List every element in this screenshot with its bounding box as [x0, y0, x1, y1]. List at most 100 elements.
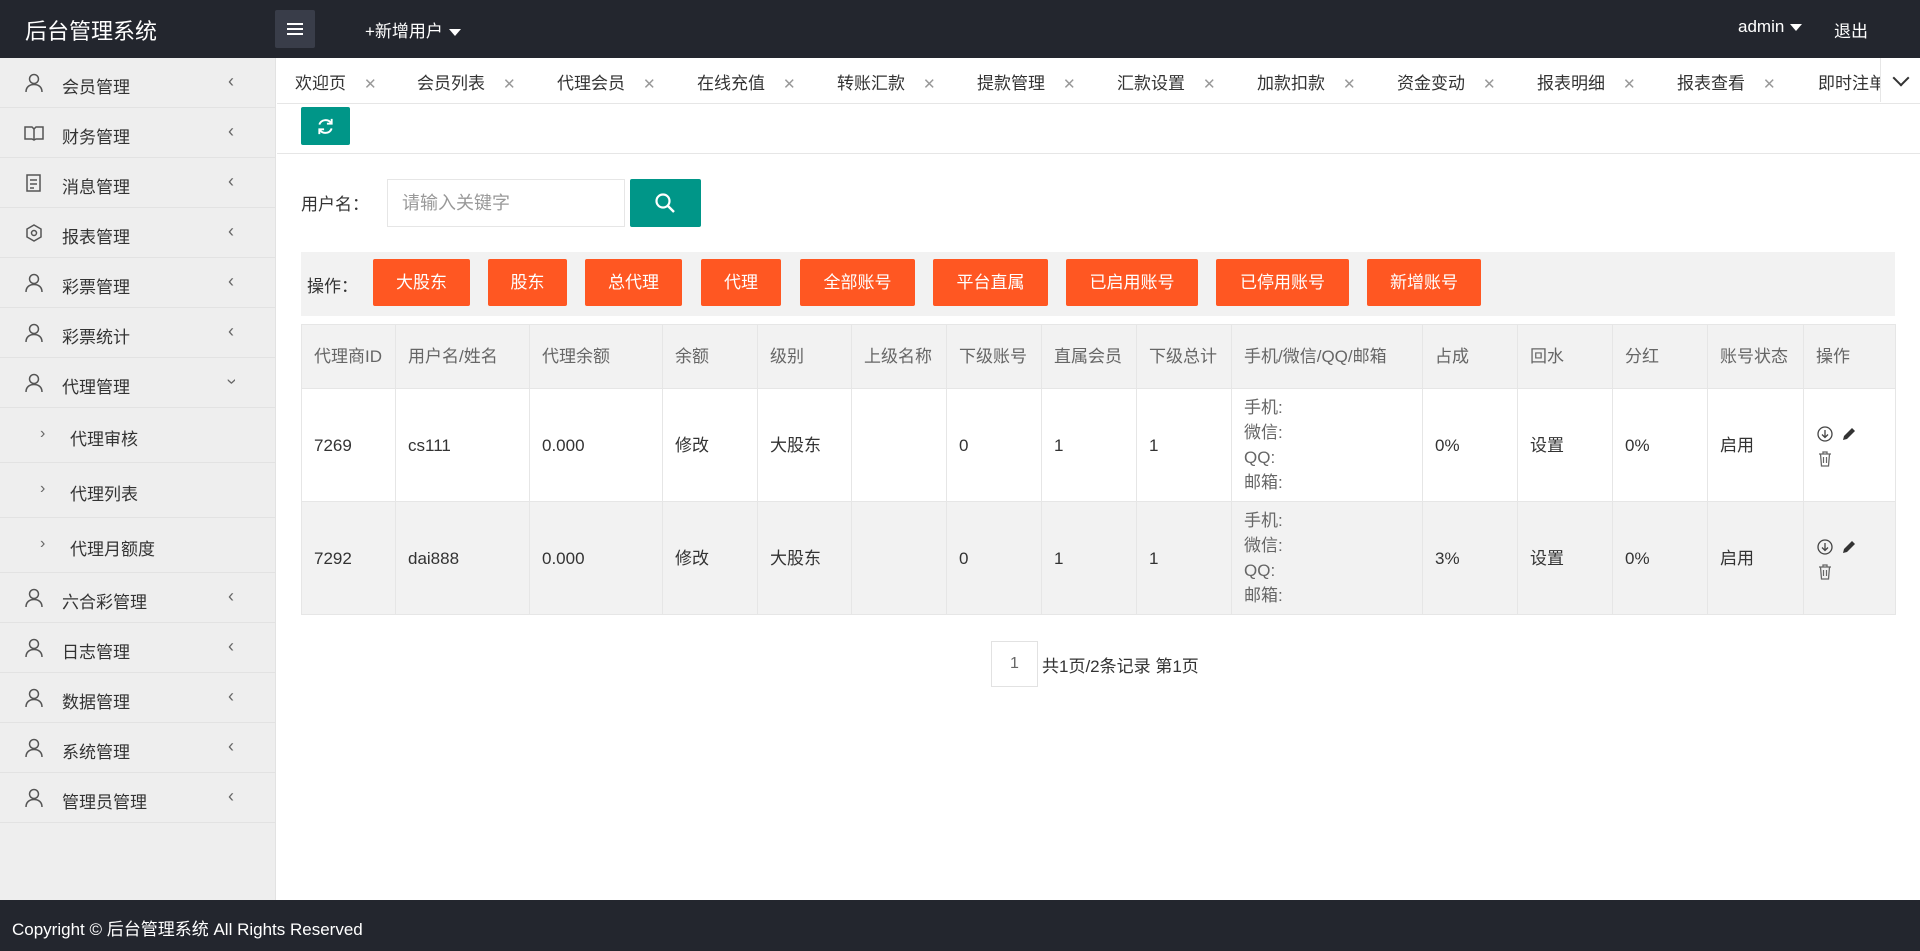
sidebar-item-logs[interactable]: 日志管理 ‹ — [0, 623, 275, 673]
filter-disabled-accounts-button[interactable]: 已停用账号 — [1216, 259, 1349, 306]
close-icon[interactable]: ✕ — [1483, 76, 1496, 93]
add-user-menu[interactable]: +新增用户 — [365, 17, 461, 42]
column-header: 级别 — [757, 324, 852, 389]
filter-shareholder-button[interactable]: 股东 — [488, 259, 567, 306]
chevron-right-icon: › — [40, 535, 46, 552]
refresh-icon — [318, 118, 333, 135]
dividend-cell: 0% — [1612, 501, 1708, 615]
close-icon[interactable]: ✕ — [1763, 76, 1776, 93]
tab-withdrawal[interactable]: 提款管理 ✕ — [977, 69, 1076, 94]
sidebar-item-lottery[interactable]: 彩票管理 ‹ — [0, 258, 275, 308]
sidebar-item-data[interactable]: 数据管理 ‹ — [0, 673, 275, 723]
trash-icon[interactable] — [1816, 563, 1834, 581]
edit-balance-link[interactable]: 修改 — [662, 501, 758, 615]
search-input[interactable] — [387, 179, 625, 227]
add-account-button[interactable]: 新增账号 — [1367, 259, 1481, 306]
username-link[interactable]: dai888 — [395, 501, 530, 615]
tab-adjust[interactable]: 加款扣款 ✕ — [1257, 69, 1356, 94]
sidebar-item-label: 财务管理 — [62, 128, 130, 147]
sub-accounts-link[interactable]: 0 — [946, 388, 1042, 502]
tab-label: 资金变动 — [1397, 74, 1465, 93]
edit-icon[interactable] — [1840, 425, 1858, 443]
user-icon — [25, 588, 43, 608]
tab-member-list[interactable]: 会员列表 ✕ — [417, 69, 516, 94]
close-icon[interactable]: ✕ — [923, 76, 936, 93]
refresh-button[interactable] — [301, 107, 350, 145]
tab-welcome[interactable]: 欢迎页 ✕ — [295, 69, 377, 94]
close-icon[interactable]: ✕ — [503, 76, 516, 93]
sub-total-link[interactable]: 1 — [1136, 388, 1232, 502]
tab-report-view[interactable]: 报表查看 ✕ — [1677, 69, 1776, 94]
sub-accounts-link[interactable]: 0 — [946, 501, 1042, 615]
filter-general-agent-button[interactable]: 总代理 — [585, 259, 682, 306]
sidebar-item-finance[interactable]: 财务管理 ‹ — [0, 108, 275, 158]
tabs-more-button[interactable] — [1880, 58, 1920, 102]
action-label: 操作： — [307, 277, 358, 296]
tab-report-details[interactable]: 报表明细 ✕ — [1537, 69, 1636, 94]
page-number-1[interactable]: 1 — [991, 641, 1038, 687]
filter-major-shareholder-button[interactable]: 大股东 — [373, 259, 470, 306]
rebate-settings-link[interactable]: 设置 — [1517, 501, 1613, 615]
username-link[interactable]: cs111 — [395, 388, 530, 502]
footer: Copyright © 后台管理系统 All Rights Reserved — [0, 900, 1920, 951]
sidebar-item-label: 管理员管理 — [62, 793, 147, 812]
sub-total-link[interactable]: 1 — [1136, 501, 1232, 615]
sidebar-subitem-agent-review[interactable]: › 代理审核 — [0, 408, 275, 463]
tab-label: 代理会员 — [557, 74, 625, 93]
tab-label: 即时注单 — [1818, 74, 1886, 93]
trash-icon[interactable] — [1816, 450, 1834, 468]
close-icon[interactable]: ✕ — [643, 76, 656, 93]
filter-platform-direct-button[interactable]: 平台直属 — [933, 259, 1048, 306]
sidebar-item-lottery-stats[interactable]: 彩票统计 ‹ — [0, 308, 275, 358]
sidebar-item-members[interactable]: 会员管理 ‹ — [0, 58, 275, 108]
sidebar-item-reports[interactable]: 报表管理 ‹ — [0, 208, 275, 258]
menu-toggle-button[interactable] — [275, 10, 315, 48]
user-icon — [25, 73, 43, 93]
chevron-left-icon: ‹ — [228, 171, 234, 191]
direct-members-link[interactable]: 1 — [1041, 501, 1137, 615]
logout-link[interactable]: 退出 — [1834, 17, 1868, 42]
tab-fund-changes[interactable]: 资金变动 ✕ — [1397, 69, 1496, 94]
tab-label: 报表查看 — [1677, 74, 1745, 93]
sidebar-subitem-agent-quota[interactable]: › 代理月额度 — [0, 518, 275, 573]
sidebar-item-admins[interactable]: 管理员管理 ‹ — [0, 773, 275, 823]
sidebar-item-system[interactable]: 系统管理 ‹ — [0, 723, 275, 773]
add-user-label: +新增用户 — [365, 22, 443, 41]
app-logo: 后台管理系统 — [25, 19, 158, 44]
column-header: 上级名称 — [851, 324, 947, 389]
close-icon[interactable]: ✕ — [1343, 76, 1356, 93]
contacts-cell: 手机: 微信: QQ: 邮箱: — [1231, 501, 1423, 615]
sidebar-item-messages[interactable]: 消息管理 ‹ — [0, 158, 275, 208]
sidebar-item-agents[interactable]: 代理管理 ‹ — [0, 358, 275, 408]
column-header: 直属会员 — [1041, 324, 1137, 389]
sidebar-item-mark-six[interactable]: 六合彩管理 ‹ — [0, 573, 275, 623]
tab-online-recharge[interactable]: 在线充值 ✕ — [697, 69, 796, 94]
edit-icon[interactable] — [1840, 538, 1858, 556]
filter-agent-button[interactable]: 代理 — [701, 259, 781, 306]
edit-balance-link[interactable]: 修改 — [662, 388, 758, 502]
close-icon[interactable]: ✕ — [1623, 76, 1636, 93]
chevron-left-icon: ‹ — [228, 271, 234, 291]
download-icon[interactable] — [1816, 425, 1834, 443]
chevron-right-icon: › — [40, 480, 46, 497]
phone-label: 手机: — [1244, 398, 1283, 417]
filter-enabled-accounts-button[interactable]: 已启用账号 — [1066, 259, 1198, 306]
tab-transfer[interactable]: 转账汇款 ✕ — [837, 69, 936, 94]
close-icon[interactable]: ✕ — [1203, 76, 1216, 93]
tab-agent-members[interactable]: 代理会员 ✕ — [557, 69, 656, 94]
filter-all-accounts-button[interactable]: 全部账号 — [800, 259, 915, 306]
close-icon[interactable]: ✕ — [783, 76, 796, 93]
rebate-settings-link[interactable]: 设置 — [1517, 388, 1613, 502]
tab-label: 加款扣款 — [1257, 74, 1325, 93]
tab-remit-settings[interactable]: 汇款设置 ✕ — [1117, 69, 1216, 94]
download-icon[interactable] — [1816, 538, 1834, 556]
direct-members-link[interactable]: 1 — [1041, 388, 1137, 502]
sidebar-item-label: 系统管理 — [62, 743, 130, 762]
search-button[interactable] — [630, 179, 701, 227]
user-menu[interactable]: admin — [1738, 17, 1803, 37]
close-icon[interactable]: ✕ — [1063, 76, 1076, 93]
sidebar-subitem-agent-list[interactable]: › 代理列表 — [0, 463, 275, 518]
close-icon[interactable]: ✕ — [364, 76, 377, 93]
operations-cell — [1803, 501, 1896, 615]
tab-live-bets[interactable]: 即时注单 — [1818, 69, 1886, 94]
